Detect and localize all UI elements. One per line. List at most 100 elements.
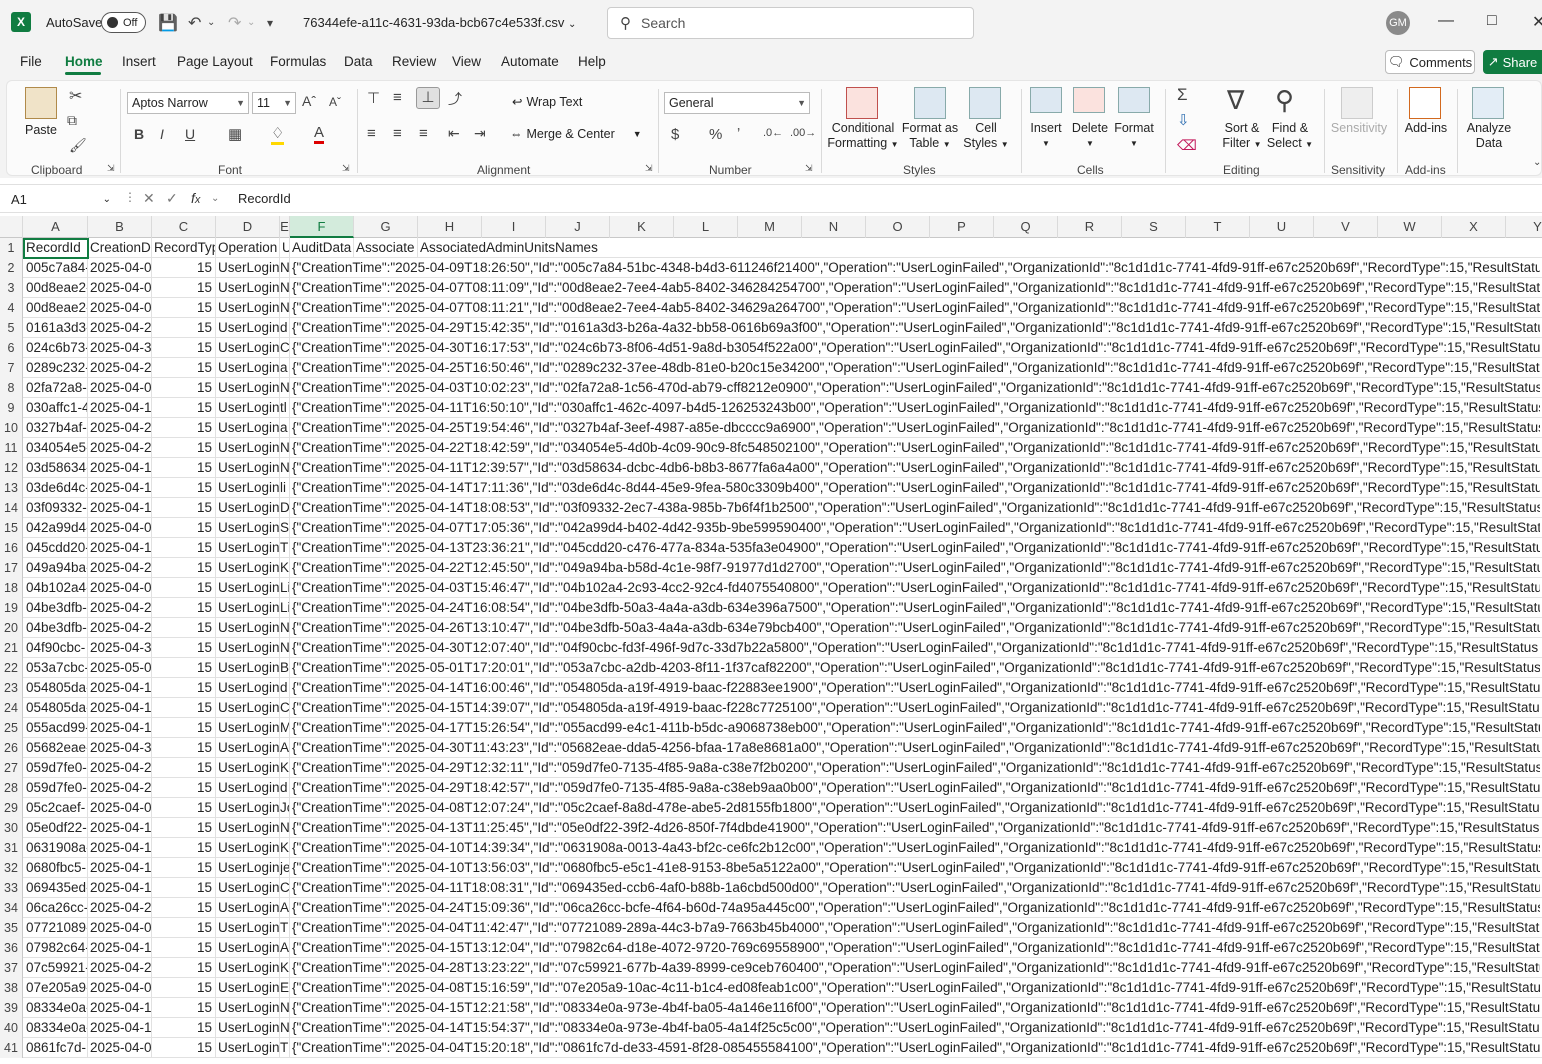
cell-creation-date[interactable]: 2025-04-2 bbox=[88, 438, 152, 458]
cell-operation[interactable]: UserLogin bbox=[216, 1038, 280, 1058]
cell-user-id[interactable]: T bbox=[280, 918, 290, 938]
row-number[interactable]: 2 bbox=[0, 258, 23, 278]
cell-user-id[interactable]: N bbox=[280, 298, 290, 318]
cell-user-id[interactable]: N bbox=[280, 458, 290, 478]
align-right-icon[interactable]: ≡ bbox=[419, 125, 428, 142]
analyze-data-icon[interactable] bbox=[1472, 87, 1504, 119]
cell-record-type[interactable]: 15 bbox=[152, 658, 216, 678]
cell-user-id[interactable]: a bbox=[280, 358, 290, 378]
cell-audit-data[interactable]: {"CreationTime":"2025-04-30T12:07:40","I… bbox=[290, 638, 1540, 658]
cell-record-type[interactable]: 15 bbox=[152, 938, 216, 958]
column-header-s[interactable]: S bbox=[1122, 216, 1186, 238]
column-header-c[interactable]: C bbox=[152, 216, 216, 238]
cell-operation[interactable]: UserLogin bbox=[216, 998, 280, 1018]
cell-audit-data[interactable]: {"CreationTime":"2025-04-24T16:08:54","I… bbox=[290, 598, 1540, 618]
cell-record-type[interactable]: 15 bbox=[152, 638, 216, 658]
cell-record-type[interactable]: 15 bbox=[152, 478, 216, 498]
clipboard-launcher-icon[interactable]: ⇲ bbox=[107, 163, 115, 174]
row-number[interactable]: 41 bbox=[0, 1038, 23, 1058]
cell-header-auditdata[interactable]: AuditData bbox=[290, 238, 354, 258]
tab-review[interactable]: Review bbox=[392, 54, 436, 69]
undo-icon[interactable]: ↶ bbox=[188, 13, 201, 33]
cell-audit-data[interactable]: {"CreationTime":"2025-04-03T15:46:47","I… bbox=[290, 578, 1540, 598]
cell-operation[interactable]: UserLogin bbox=[216, 958, 280, 978]
italic-icon[interactable]: I bbox=[160, 126, 164, 142]
cell-record-type[interactable]: 15 bbox=[152, 338, 216, 358]
cell-operation[interactable]: UserLogin bbox=[216, 258, 280, 278]
align-left-icon[interactable]: ≡ bbox=[367, 125, 376, 142]
cell-record-type[interactable]: 15 bbox=[152, 1018, 216, 1038]
cell-operation[interactable]: UserLogin bbox=[216, 678, 280, 698]
cell-operation[interactable]: UserLogin bbox=[216, 838, 280, 858]
row-number[interactable]: 26 bbox=[0, 738, 23, 758]
cell-operation[interactable]: UserLogin bbox=[216, 458, 280, 478]
cell-user-id[interactable]: C bbox=[280, 698, 290, 718]
cell-record-id[interactable]: 030affc1-4 bbox=[24, 398, 88, 418]
increase-decimal-icon[interactable]: .0← bbox=[763, 127, 783, 139]
tab-page-layout[interactable]: Page Layout bbox=[177, 54, 253, 69]
cell-record-type[interactable]: 15 bbox=[152, 878, 216, 898]
cell-header-operation[interactable]: Operation bbox=[216, 238, 280, 258]
column-header-d[interactable]: D bbox=[216, 216, 280, 238]
format-as-table-icon[interactable] bbox=[914, 87, 946, 119]
paste-icon[interactable] bbox=[25, 87, 57, 119]
row-number[interactable]: 18 bbox=[0, 578, 23, 598]
save-icon[interactable]: 💾 bbox=[158, 13, 178, 33]
column-header-r[interactable]: R bbox=[1058, 216, 1122, 238]
search-input[interactable]: ⚲ Search bbox=[607, 7, 974, 39]
chevron-down-icon[interactable]: ⌄ bbox=[211, 193, 219, 204]
cell-record-id[interactable]: 042a99d4- bbox=[24, 518, 88, 538]
column-header-p[interactable]: P bbox=[930, 216, 994, 238]
cell-audit-data[interactable]: {"CreationTime":"2025-04-07T08:11:09","I… bbox=[290, 278, 1540, 298]
format-painter-icon[interactable]: 🖌 bbox=[69, 137, 87, 154]
align-center-icon[interactable]: ≡ bbox=[393, 125, 402, 142]
redo-icon[interactable]: ↷ bbox=[228, 13, 241, 33]
row-number[interactable]: 15 bbox=[0, 518, 23, 538]
cell-user-id[interactable]: K bbox=[280, 958, 290, 978]
cell-record-type[interactable]: 15 bbox=[152, 998, 216, 1018]
cell-audit-data[interactable]: {"CreationTime":"2025-04-09T18:26:50","I… bbox=[290, 258, 1540, 278]
row-number[interactable]: 10 bbox=[0, 418, 23, 438]
cell-audit-data[interactable]: {"CreationTime":"2025-04-14T15:54:37","I… bbox=[290, 1018, 1540, 1038]
cell-audit-data[interactable]: {"CreationTime":"2025-04-30T16:17:53","I… bbox=[290, 338, 1540, 358]
column-header-j[interactable]: J bbox=[546, 216, 610, 238]
cell-operation[interactable]: UserLogin bbox=[216, 818, 280, 838]
row-number[interactable]: 16 bbox=[0, 538, 23, 558]
cell-audit-data[interactable]: {"CreationTime":"2025-04-08T15:16:59","I… bbox=[290, 978, 1540, 998]
cell-record-id[interactable]: 04b102a4- bbox=[24, 578, 88, 598]
format-as-table-button[interactable]: Format as Table ▼ bbox=[901, 121, 959, 152]
cell-record-type[interactable]: 15 bbox=[152, 598, 216, 618]
undo-dropdown-icon[interactable]: ⌄ bbox=[207, 17, 215, 28]
cell-record-id[interactable]: 0631908a- bbox=[24, 838, 88, 858]
row-number[interactable]: 34 bbox=[0, 898, 23, 918]
tab-automate[interactable]: Automate bbox=[501, 54, 559, 69]
column-header-v[interactable]: V bbox=[1314, 216, 1378, 238]
cell-operation[interactable]: UserLogin bbox=[216, 598, 280, 618]
cell-audit-data[interactable]: {"CreationTime":"2025-04-04T11:42:47","I… bbox=[290, 918, 1540, 938]
cell-user-id[interactable]: D bbox=[280, 498, 290, 518]
column-header-g[interactable]: G bbox=[354, 216, 418, 238]
cell-audit-data[interactable]: {"CreationTime":"2025-04-08T12:07:24","I… bbox=[290, 798, 1540, 818]
column-header-y[interactable]: Y bbox=[1506, 216, 1542, 238]
sensitivity-button[interactable]: Sensitivity bbox=[1329, 121, 1389, 136]
cell-record-id[interactable]: 069435ed- bbox=[24, 878, 88, 898]
row-number[interactable]: 7 bbox=[0, 358, 23, 378]
cell-user-id[interactable]: K bbox=[280, 758, 290, 778]
row-number[interactable]: 19 bbox=[0, 598, 23, 618]
row-number[interactable]: 24 bbox=[0, 698, 23, 718]
cell-creation-date[interactable]: 2025-04-2 bbox=[88, 778, 152, 798]
wrap-text-button[interactable]: ↩ Wrap Text bbox=[512, 95, 582, 110]
cell-operation[interactable]: UserLogin bbox=[216, 798, 280, 818]
decrease-decimal-icon[interactable]: .00→ bbox=[790, 127, 816, 139]
percent-icon[interactable]: % bbox=[709, 126, 722, 143]
cell-operation[interactable]: UserLogin bbox=[216, 738, 280, 758]
cell-creation-date[interactable]: 2025-04-2 bbox=[88, 958, 152, 978]
sort-filter-button[interactable]: Sort & Filter ▼ bbox=[1219, 121, 1265, 152]
cell-operation[interactable]: UserLogin bbox=[216, 898, 280, 918]
cell-record-type[interactable]: 15 bbox=[152, 358, 216, 378]
cell-user-id[interactable]: T bbox=[280, 538, 290, 558]
cell-record-id[interactable]: 059d7fe0- bbox=[24, 778, 88, 798]
cell-record-id[interactable]: 053a7cbc- bbox=[24, 658, 88, 678]
customize-toolbar-icon[interactable]: ▾ bbox=[267, 16, 273, 30]
cell-record-id[interactable]: 059d7fe0- bbox=[24, 758, 88, 778]
